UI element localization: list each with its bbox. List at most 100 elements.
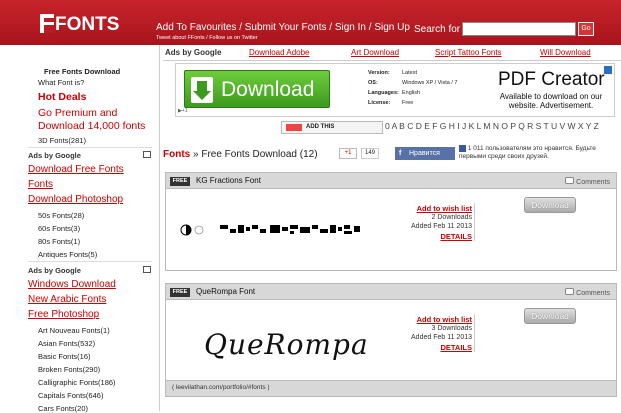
font-card: FREE QueRompa Font Comments QueRompa Add… [165, 283, 617, 397]
spec-value: Free [402, 100, 414, 106]
download-button[interactable]: Download [524, 308, 576, 324]
category-80s[interactable]: 80s Fonts(1) [38, 237, 80, 246]
site-header: FONTS Add To Favourites / Submit Your Fo… [0, 0, 621, 45]
nav-separator: / [326, 22, 335, 33]
details-link[interactable]: DETAILS [412, 232, 472, 241]
card-header: FREE QueRompa Font Comments [166, 284, 616, 300]
category-art-nouveau[interactable]: Art Nouveau Fonts(1) [38, 326, 110, 335]
add-to-wish-list-link[interactable]: Add to wish list [414, 315, 472, 324]
what-font-link[interactable]: What Font is? [38, 78, 84, 87]
spec-value: Latest [402, 70, 417, 76]
sign-up-link[interactable]: Sign Up [374, 22, 410, 33]
ads-by-google-label: Ads by Google [28, 151, 81, 160]
hot-deals-link[interactable]: Hot Deals [38, 91, 86, 103]
sidebar-divider [28, 261, 152, 262]
ads-by-google-label: Ads by Google [28, 266, 81, 275]
logo-text: FONTS [55, 14, 120, 35]
breadcrumb-separator: » [193, 149, 199, 160]
sidebar: Free Fonts Download What Font is? Hot De… [0, 45, 160, 413]
breadcrumb: Fonts » Free Fonts Download (12) [163, 149, 318, 160]
ad-link-fonts[interactable]: Fonts [28, 179, 53, 190]
breadcrumb-current: Free Fonts Download [201, 149, 297, 160]
share-count: 149 [361, 148, 379, 159]
site-logo[interactable]: FONTS [40, 14, 119, 36]
font-preview-image [174, 193, 394, 245]
add-favourites-link[interactable]: Add To Favourites [156, 22, 236, 33]
category-asian[interactable]: Asian Fonts(532) [38, 339, 95, 348]
ad-link[interactable]: Download Adobe [249, 48, 310, 57]
card-divider [474, 203, 475, 241]
details-link[interactable]: DETAILS [412, 343, 472, 352]
category-60s[interactable]: 60s Fonts(3) [38, 224, 80, 233]
free-fonts-download-heading: Free Fonts Download [44, 67, 121, 76]
font-title[interactable]: QueRompa Font [196, 287, 255, 296]
spec-key: Version: [368, 70, 390, 76]
banner-download-button[interactable]: Download [184, 70, 330, 108]
premium-link[interactable]: Go Premium and Download 14,000 fonts [38, 107, 156, 133]
add-to-wish-list-link[interactable]: Add to wish list [414, 204, 472, 213]
banner-download-label: Download [221, 78, 315, 101]
breadcrumb-fonts[interactable]: Fonts [163, 149, 190, 160]
spec-row: Version: Latest [368, 68, 457, 78]
font-preview-text: QueRompa [204, 328, 369, 361]
search-input[interactable] [462, 22, 576, 36]
top-navigation: Add To Favourites / Submit Your Fonts / … [156, 22, 410, 33]
fonts-3d-link[interactable]: 3D Fonts(281) [38, 136, 86, 145]
category-50s[interactable]: 50s Fonts(28) [38, 211, 84, 220]
free-badge: FREE [170, 288, 190, 297]
ad-link-download-free-fonts[interactable]: Download Free Fonts [28, 164, 124, 175]
alphabet-filter[interactable]: 0 A B C D E F G H I J K L M N O P Q R S … [385, 121, 599, 131]
category-capitals[interactable]: Capitals Fonts(646) [38, 391, 103, 400]
ad-link-free-photoshop[interactable]: Free Photoshop [28, 309, 99, 320]
font-title[interactable]: KG Fractions Font [196, 176, 261, 185]
category-broken[interactable]: Broken Fonts(290) [38, 365, 100, 374]
ad-link-art-download[interactable]: Art Download [351, 48, 399, 57]
card-header: FREE KG Fractions Font Comments [166, 173, 616, 189]
search-label: Search for [414, 24, 461, 35]
ad-link-windows-download[interactable]: Windows Download [28, 279, 116, 290]
ad-link[interactable]: Will Download [540, 48, 591, 57]
ad-link-download-photoshop[interactable]: Download Photoshop [28, 194, 123, 205]
ad-choices-icon[interactable] [143, 266, 151, 273]
addthis-button[interactable]: ADD THIS [281, 121, 383, 134]
spec-key: License: [368, 100, 391, 106]
comments-link[interactable]: Comments [565, 177, 610, 186]
vk-like-button[interactable]: Нравится [395, 147, 455, 160]
spec-row: License: Free [368, 98, 457, 108]
logo-mark-icon [40, 14, 54, 33]
font-credit[interactable]: ( leevilathan.com/portfolio/#fonts ) [166, 380, 616, 396]
ad-close-icon[interactable] [604, 66, 612, 74]
spec-key: Languages: [368, 90, 399, 96]
ad-choices-icon[interactable] [143, 151, 151, 158]
search-go-button[interactable]: Go [578, 22, 594, 36]
like-summary: 1 011 пользователям это нравится. Будьте… [459, 145, 619, 161]
ad-link-script-tattoo[interactable]: Script Tattoo Fonts [435, 48, 502, 57]
ad-link[interactable]: Art Download [351, 48, 399, 57]
comments-link[interactable]: Comments [565, 288, 610, 297]
ad-link[interactable]: Script Tattoo Fonts [435, 48, 502, 57]
twitter-tagline[interactable]: Tweet about FFonts / Follow us on Twitte… [156, 35, 258, 41]
spec-value: Windows XP / Vista / 7 [402, 80, 458, 86]
category-antiques[interactable]: Antiques Fonts(5) [38, 250, 97, 259]
font-count: (12) [299, 149, 318, 160]
like-summary-text: 1 011 пользователям это нравится. Будьте… [459, 145, 596, 161]
category-basic[interactable]: Basic Fonts(16) [38, 352, 91, 361]
banner-specs: Version: Latest OS: Windows XP / Vista / 7… [368, 68, 457, 108]
download-button[interactable]: Download [524, 197, 576, 213]
ad-link-download-adobe[interactable]: Download Adobe [249, 48, 310, 57]
ad-choices-icon[interactable]: ▶+1 [178, 108, 188, 114]
added-date: Added Feb 11 2013 [411, 223, 472, 230]
download-arrow-icon [191, 77, 213, 103]
banner-title: PDF Creator [498, 69, 605, 90]
submit-fonts-link[interactable]: Submit Your Fonts [245, 22, 327, 33]
fraction-glyphs-preview [180, 224, 360, 236]
ad-link-will-download[interactable]: Will Download [540, 48, 591, 57]
ad-link-new-arabic-fonts[interactable]: New Arabic Fonts [28, 294, 106, 305]
category-cars[interactable]: Cars Fonts(20) [38, 404, 88, 413]
ad-links-row: Ads by Google Download Adobe Art Downloa… [163, 45, 621, 61]
pdf-creator-banner-ad[interactable]: Download Version: Latest OS: Windows XP / … [175, 63, 615, 117]
category-calligraphic[interactable]: Calligraphic Fonts(186) [38, 378, 116, 387]
sign-in-link[interactable]: Sign In [335, 22, 366, 33]
google-plus-one-button[interactable]: +1 [339, 148, 357, 159]
banner-subtitle: Available to download on our website. Ad… [499, 92, 603, 110]
